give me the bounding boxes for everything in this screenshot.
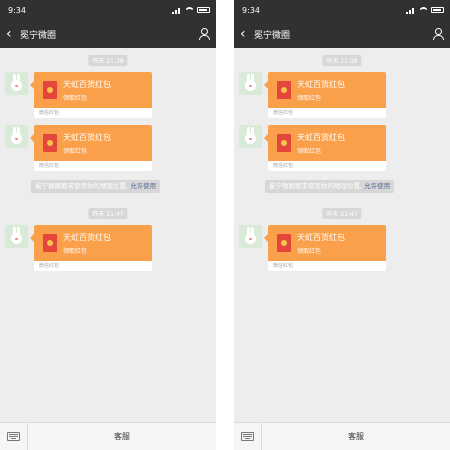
red-packet-card[interactable]: 天虹百货红包 领取红包 微信红包: [264, 125, 386, 171]
red-packet-title: 天虹百货红包: [297, 233, 345, 242]
phone-screen-left: 9:34 ‹ 冕宁微圈 昨天 21:38 天虹百货红包 领取红包 微信红包 天虹…: [0, 0, 216, 450]
status-time: 9:34: [242, 5, 260, 15]
red-packet-icon: [277, 134, 291, 152]
customer-service-button[interactable]: 客服: [262, 431, 450, 442]
red-packet-subtitle: 领取红包: [63, 95, 88, 102]
red-packet-icon: [43, 134, 57, 152]
customer-service-button[interactable]: 客服: [28, 431, 216, 442]
red-packet-icon: [43, 81, 57, 99]
red-packet-card[interactable]: 天虹百货红包 领取红包 微信红包: [30, 225, 152, 271]
notice-text: 冕宁微圈要求使用你的地理位置,: [35, 182, 129, 190]
signal-icon: [172, 7, 182, 14]
chat-area[interactable]: 昨天 21:38 天虹百货红包 领取红包 微信红包 天虹百货红包 领取红包 微信…: [234, 48, 450, 422]
red-packet-footer: 微信红包: [34, 108, 152, 118]
status-icons: [406, 6, 444, 14]
red-packet-icon: [43, 234, 57, 252]
red-packet-subtitle: 领取红包: [297, 248, 322, 255]
back-arrow-icon[interactable]: ‹: [240, 27, 252, 41]
avatar[interactable]: [5, 225, 28, 248]
red-packet-icon: [277, 234, 291, 252]
status-icons: [172, 6, 210, 14]
avatar[interactable]: [5, 125, 28, 148]
red-packet-footer: 微信红包: [34, 161, 152, 171]
signal-icon: [406, 7, 416, 14]
time-label: 昨天 21:47: [322, 208, 362, 219]
battery-icon: [431, 7, 444, 13]
red-packet-footer: 微信红包: [34, 261, 152, 271]
avatar[interactable]: [239, 125, 262, 148]
time-label: 昨天 21:38: [88, 55, 128, 66]
status-bar: 9:34: [234, 0, 450, 20]
page-title: 冕宁微圈: [20, 30, 57, 41]
red-packet-title: 天虹百货红包: [297, 133, 345, 142]
red-packet-card[interactable]: 天虹百货红包 领取红包 微信红包: [264, 72, 386, 118]
red-packet-icon: [277, 81, 291, 99]
wifi-icon: [185, 6, 194, 14]
red-packet-subtitle: 领取红包: [63, 248, 88, 255]
red-packet-subtitle: 领取红包: [63, 148, 88, 155]
keyboard-icon: [241, 432, 254, 441]
chat-area[interactable]: 昨天 21:38 天虹百货红包 领取红包 微信红包 天虹百货红包 领取红包 微信…: [0, 48, 216, 422]
red-packet-title: 天虹百货红包: [63, 233, 111, 242]
message-red-packet: 天虹百货红包 领取红包 微信红包: [5, 225, 155, 285]
red-packet-subtitle: 领取红包: [297, 95, 322, 102]
time-label: 昨天 21:47: [88, 208, 128, 219]
message-red-packet: 天虹百货红包 领取红包 微信红包: [5, 72, 155, 132]
message-red-packet: 天虹百货红包 领取红包 微信红包: [239, 125, 389, 185]
user-icon[interactable]: [432, 28, 444, 40]
red-packet-title: 天虹百货红包: [63, 133, 111, 142]
status-time: 9:34: [8, 5, 26, 15]
red-packet-title: 天虹百货红包: [63, 80, 111, 89]
red-packet-title: 天虹百货红包: [297, 80, 345, 89]
notice-text: 冕宁微圈要求使用你的地理位置,: [269, 182, 363, 190]
avatar[interactable]: [239, 72, 262, 95]
keyboard-toggle-button[interactable]: [0, 422, 28, 450]
phone-screen-right: 9:34 ‹ 冕宁微圈 昨天 21:38 天虹百货红包 领取红包 微信红包 天虹…: [234, 0, 450, 450]
avatar[interactable]: [5, 72, 28, 95]
red-packet-footer: 微信红包: [268, 161, 386, 171]
message-red-packet: 天虹百货红包 领取红包 微信红包: [239, 225, 389, 285]
red-packet-footer: 微信红包: [268, 261, 386, 271]
allow-location-link[interactable]: 允许使用: [364, 182, 390, 190]
red-packet-card[interactable]: 天虹百货红包 领取红包 微信红包: [264, 225, 386, 271]
time-label: 昨天 21:38: [322, 55, 362, 66]
page-title: 冕宁微圈: [254, 30, 291, 41]
battery-icon: [197, 7, 210, 13]
message-red-packet: 天虹百货红包 领取红包 微信红包: [239, 72, 389, 132]
nav-bar: ‹ 冕宁微圈: [0, 20, 216, 48]
red-packet-card[interactable]: 天虹百货红包 领取红包 微信红包: [30, 72, 152, 118]
message-red-packet: 天虹百货红包 领取红包 微信红包: [5, 125, 155, 185]
nav-bar: ‹ 冕宁微圈: [234, 20, 450, 48]
red-packet-card[interactable]: 天虹百货红包 领取红包 微信红包: [30, 125, 152, 171]
bottom-bar: 客服: [0, 422, 216, 450]
wifi-icon: [419, 6, 428, 14]
avatar[interactable]: [239, 225, 262, 248]
keyboard-icon: [7, 432, 20, 441]
user-icon[interactable]: [198, 28, 210, 40]
keyboard-toggle-button[interactable]: [234, 422, 262, 450]
back-arrow-icon[interactable]: ‹: [6, 27, 18, 41]
screenshot-stage: 9:34 ‹ 冕宁微圈 昨天 21:38 天虹百货红包 领取红包 微信红包 天虹…: [0, 0, 450, 450]
red-packet-footer: 微信红包: [268, 108, 386, 118]
location-notice: 冕宁微圈要求使用你的地理位置, 允许使用: [265, 180, 395, 193]
bottom-bar: 客服: [234, 422, 450, 450]
status-bar: 9:34: [0, 0, 216, 20]
location-notice: 冕宁微圈要求使用你的地理位置, 允许使用: [31, 180, 161, 193]
allow-location-link[interactable]: 允许使用: [130, 182, 156, 190]
red-packet-subtitle: 领取红包: [297, 148, 322, 155]
